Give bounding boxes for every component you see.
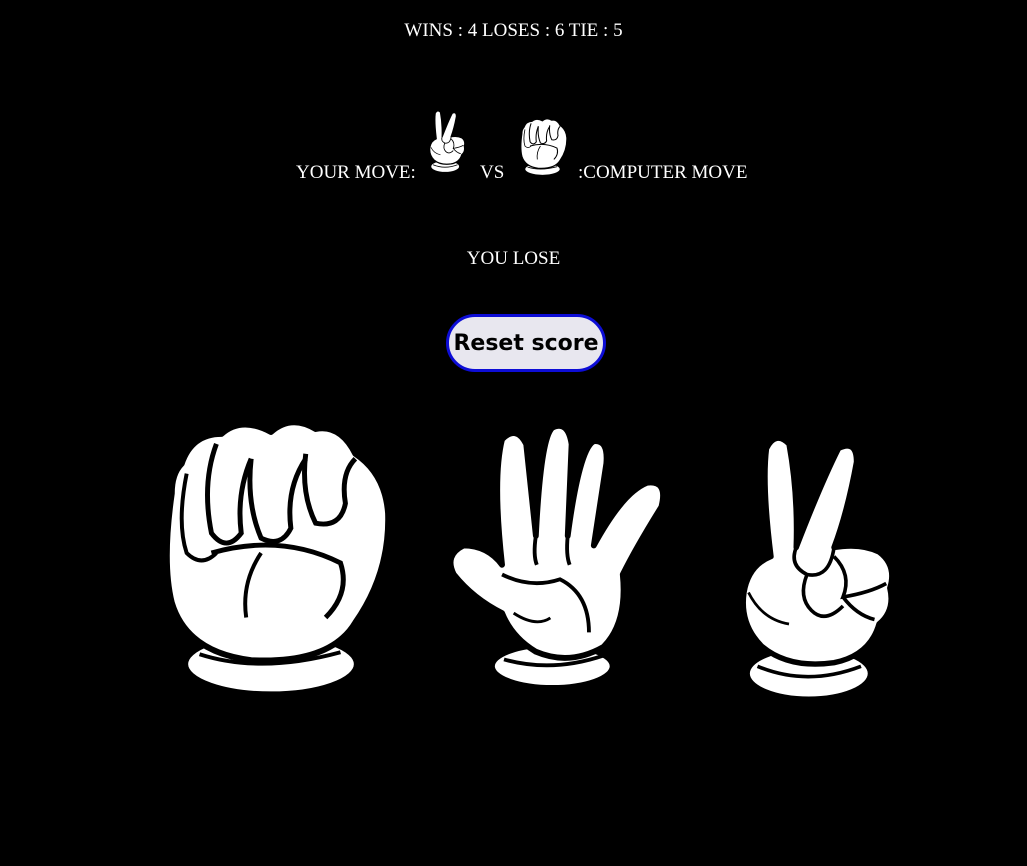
reset-score-button[interactable]: Reset score [446, 314, 606, 372]
game-page: WINS : 4 LOSES : 6 TIE : 5 YOUR MOVE: VS… [0, 0, 1027, 866]
scissors-hand-icon [735, 420, 915, 720]
result-text: YOU LOSE [466, 248, 561, 269]
your-move-label: YOUR MOVE: [296, 162, 416, 183]
rock-choice-button[interactable] [142, 404, 400, 702]
vs-label: VS [480, 162, 505, 183]
score-display: WINS : 4 LOSES : 6 TIE : 5 [404, 20, 623, 41]
your-move-scissors-icon [427, 109, 471, 175]
paper-choice-button[interactable] [440, 420, 680, 700]
paper-hand-icon [440, 420, 680, 700]
computer-move-rock-icon [515, 115, 570, 177]
moves-row: YOUR MOVE: VS :COMPUTER MOVE [0, 105, 1027, 195]
rock-hand-icon [142, 404, 400, 702]
computer-move-label: :COMPUTER MOVE [578, 162, 748, 183]
scissors-choice-button[interactable] [735, 420, 915, 720]
